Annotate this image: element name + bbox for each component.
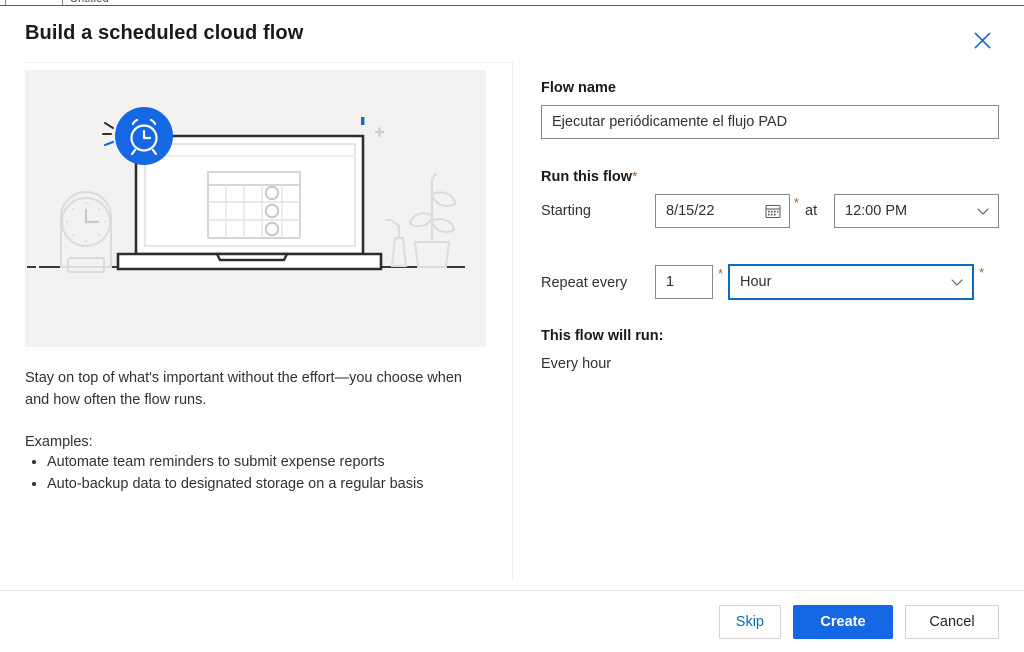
flow-run-summary-value: Every hour <box>541 356 612 372</box>
repeat-frequency-value: Hour <box>740 274 772 290</box>
dialog-footer: Skip Create Cancel <box>0 591 1024 652</box>
repeat-frequency-required-asterisk: * <box>979 265 985 280</box>
start-date-picker[interactable]: 8/15/22 <box>655 194 790 228</box>
start-date-required-asterisk: * <box>794 195 800 210</box>
right-pane: Flow name Run this flow* Starting 8/15/2… <box>512 0 1024 590</box>
run-this-flow-text: Run this flow <box>541 169 633 185</box>
cancel-button[interactable]: Cancel <box>905 604 999 639</box>
repeat-frequency-dropdown[interactable]: Hour <box>728 264 974 300</box>
start-time-dropdown[interactable]: 12:00 PM <box>834 194 999 228</box>
start-time-value: 12:00 PM <box>845 203 908 219</box>
chevron-down-icon <box>950 275 964 289</box>
scheduled-flow-illustration <box>25 70 486 347</box>
start-date-value: 8/15/22 <box>666 203 715 219</box>
at-label: at <box>805 203 818 219</box>
repeat-interval-input[interactable] <box>655 265 713 299</box>
starting-label: Starting <box>541 203 591 219</box>
flow-run-summary-label: This flow will run: <box>541 328 664 344</box>
left-pane: Stay on top of what's important without … <box>0 0 512 590</box>
examples-label: Examples: <box>25 434 93 450</box>
flow-name-input[interactable] <box>541 105 999 139</box>
skip-button[interactable]: Skip <box>718 604 781 639</box>
illustration-description: Stay on top of what's important without … <box>25 370 462 408</box>
calendar-icon <box>765 203 781 219</box>
create-button[interactable]: Create <box>793 604 893 639</box>
scheduled-cloud-flow-dialog: Untitled Build a scheduled cloud flow <box>0 0 1024 652</box>
flow-name-label: Flow name <box>541 80 616 96</box>
repeat-interval-required-asterisk: * <box>718 266 724 281</box>
list-item: Auto-backup data to designated storage o… <box>47 473 485 495</box>
repeat-every-label: Repeat every <box>541 275 628 291</box>
list-item: Automate team reminders to submit expens… <box>47 451 485 473</box>
chevron-down-icon <box>976 204 990 218</box>
run-this-flow-label: Run this flow* <box>541 168 637 185</box>
required-asterisk: * <box>632 168 638 184</box>
examples-list: Automate team reminders to submit expens… <box>25 451 485 495</box>
